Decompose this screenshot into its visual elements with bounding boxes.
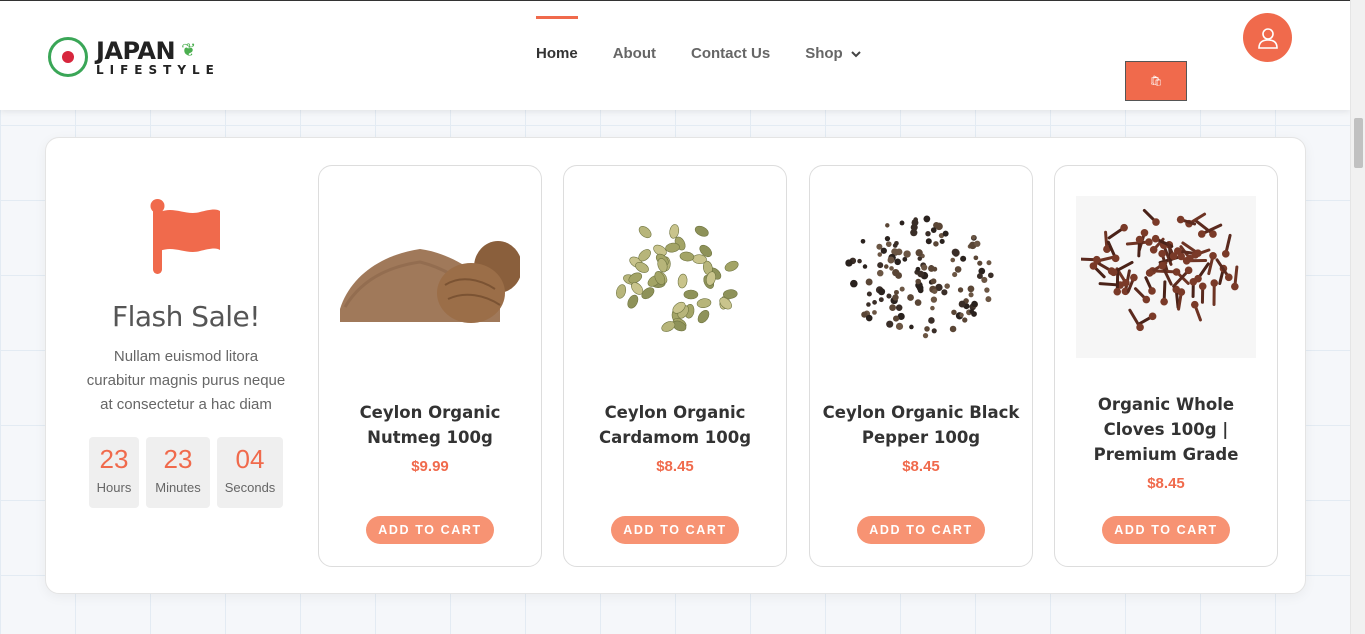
countdown-value: 23 [99,444,129,474]
add-to-cart-button[interactable]: ADD TO CART [857,516,985,544]
product-image-cardamom[interactable] [585,196,765,358]
product-price: $8.45 [656,458,694,475]
countdown-label: Minutes [155,480,201,495]
add-to-cart-button[interactable]: ADD TO CART [366,516,494,544]
countdown-hours: 23 Hours [89,437,139,508]
countdown-seconds: 04 Seconds [217,437,283,508]
flag-icon [150,199,220,274]
chevron-down-icon [850,49,861,61]
cart-icon: 🛍 [1149,75,1163,87]
flash-sale-description: Nullam euismod litora curabitur magnis p… [86,348,286,413]
nav-item-home[interactable]: Home [536,16,578,62]
countdown-value: 04 [235,444,265,474]
countdown-label: Seconds [224,480,276,495]
nav-label: Home [536,45,578,62]
account-button[interactable] [1243,13,1292,62]
countdown-minutes: 23 Minutes [146,437,210,508]
product-image-nutmeg[interactable] [340,196,520,358]
product-price: $8.45 [1147,475,1185,492]
flash-sale-block: Flash Sale! Nullam euismod litora curabi… [86,198,286,508]
countdown-timer: 23 Hours 23 Minutes 04 Seconds [86,437,286,508]
nav-label: Shop [805,45,843,62]
product-title[interactable]: Organic Whole Cloves 100g | Premium Grad… [1065,392,1267,467]
product-title[interactable]: Ceylon Organic Black Pepper 100g [820,400,1022,450]
logo-text: JAPAN ❦ LIFESTYLE [96,39,220,76]
product-card[interactable]: Organic Whole Cloves 100g | Premium Grad… [1054,165,1278,567]
logo-badge-icon [48,37,88,77]
nav-item-shop[interactable]: Shop [805,45,861,62]
countdown-value: 23 [163,444,193,474]
user-icon [1257,27,1278,49]
nav-label: Contact Us [691,45,771,62]
add-to-cart-button[interactable]: ADD TO CART [1102,516,1230,544]
nav-label: About [612,45,657,62]
site-header: JAPAN ❦ LIFESTYLE Home About Contact Us S… [0,0,1350,110]
product-card[interactable]: Ceylon Organic Nutmeg 100g $9.99 ADD TO … [318,165,542,567]
logo-name-top: JAPAN [96,36,176,65]
product-image-cloves[interactable] [1076,196,1256,358]
logo-name-bottom: LIFESTYLE [96,62,220,77]
flash-sale-panel: Flash Sale! Nullam euismod litora curabi… [45,137,1306,594]
countdown-label: Hours [96,480,132,495]
product-title[interactable]: Ceylon Organic Cardamom 100g [574,400,776,450]
nav-item-contact[interactable]: Contact Us [691,45,770,62]
add-to-cart-button[interactable]: ADD TO CART [611,516,739,544]
leaf-icon: ❦ [181,39,196,61]
product-card[interactable]: Ceylon Organic Black Pepper 100g $8.45 A… [809,165,1033,567]
flash-sale-title: Flash Sale! [112,300,260,333]
cart-button[interactable]: 🛍 [1125,61,1187,101]
product-price: $8.45 [902,458,940,475]
scrollbar-thumb[interactable] [1354,118,1363,168]
product-price: $9.99 [411,458,449,475]
page-scrollbar[interactable] [1350,0,1365,634]
product-image-black-pepper[interactable] [831,196,1011,358]
product-card[interactable]: Ceylon Organic Cardamom 100g $8.45 ADD T… [563,165,787,567]
product-title[interactable]: Ceylon Organic Nutmeg 100g [329,400,531,450]
nav-item-about[interactable]: About [613,45,656,62]
site-logo[interactable]: JAPAN ❦ LIFESTYLE [48,37,220,77]
main-nav: Home About Contact Us Shop [536,16,896,62]
